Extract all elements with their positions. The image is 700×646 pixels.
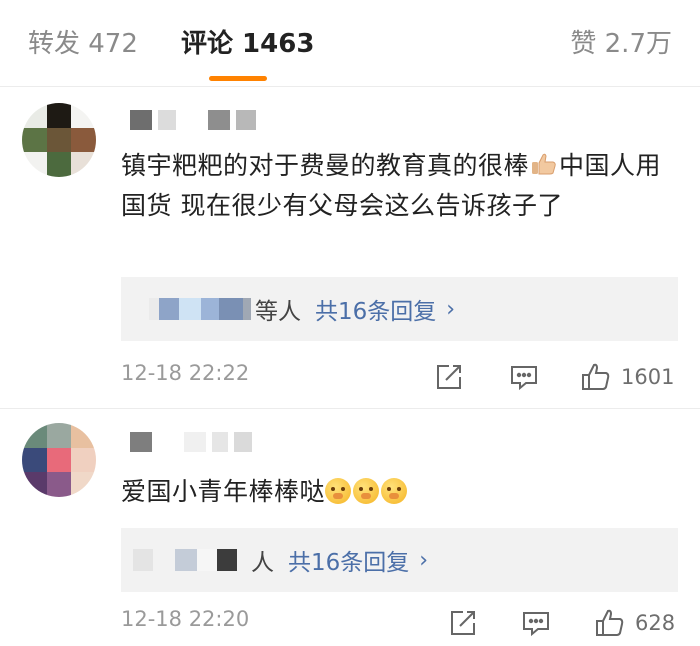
like-button[interactable]: 628 bbox=[595, 605, 675, 641]
username-mosaic[interactable] bbox=[130, 109, 256, 131]
comment-item: 爱国小青年棒棒哒 人 共16条回复 › 12-18 22:20 628 bbox=[0, 409, 700, 646]
thumbs-up-icon bbox=[596, 609, 624, 636]
avatar[interactable] bbox=[22, 423, 96, 497]
thumbs-up-icon bbox=[582, 363, 610, 390]
avatar[interactable] bbox=[22, 103, 96, 177]
face-emoji-icon bbox=[325, 478, 352, 504]
username-mosaic[interactable] bbox=[130, 431, 252, 453]
reply-users-mosaic bbox=[133, 549, 247, 571]
comment-icon bbox=[511, 366, 537, 391]
comment-tabs: 转发 472 评论 1463 赞 2.7万 bbox=[0, 0, 700, 87]
tab-likes[interactable]: 赞 2.7万 bbox=[570, 26, 672, 62]
share-button[interactable] bbox=[435, 359, 463, 395]
comment-icon bbox=[523, 612, 549, 637]
face-emoji-icon bbox=[381, 478, 408, 504]
reply-users-suffix: 等人 bbox=[255, 299, 301, 325]
chevron-right-icon: › bbox=[419, 547, 429, 573]
thumbs-up-emoji-icon bbox=[532, 153, 556, 175]
comment-meta: 12-18 22:20 628 bbox=[121, 605, 678, 641]
reply-summary[interactable]: 人 共16条回复 › bbox=[121, 528, 678, 592]
like-count: 628 bbox=[635, 611, 676, 635]
comment-text: 爱国小青年棒棒哒 bbox=[121, 472, 681, 512]
comment-meta: 12-18 22:22 1601 bbox=[121, 359, 678, 395]
face-emoji-icon bbox=[353, 478, 380, 504]
reply-users-mosaic bbox=[149, 298, 251, 320]
share-button[interactable] bbox=[449, 605, 477, 641]
share-icon bbox=[437, 365, 461, 389]
comment-time: 12-18 22:22 bbox=[121, 361, 250, 385]
comment-time: 12-18 22:20 bbox=[121, 607, 250, 631]
like-button[interactable]: 1601 bbox=[581, 359, 674, 395]
like-count: 1601 bbox=[621, 365, 675, 389]
comment-button[interactable] bbox=[509, 359, 539, 395]
reply-count-link[interactable]: 共16条回复 bbox=[315, 292, 436, 326]
reply-count-link[interactable]: 共16条回复 bbox=[288, 543, 409, 577]
comment-text: 镇宇粑粑的对于费曼的教育真的很棒 中国人用国货 现在很少有父母会这么告诉孩子了 bbox=[121, 146, 681, 226]
comment-item: 镇宇粑粑的对于费曼的教育真的很棒 中国人用国货 现在很少有父母会这么告诉孩子了 等… bbox=[0, 87, 700, 409]
active-tab-indicator bbox=[209, 76, 267, 81]
comment-text-part: 镇宇粑粑的对于费曼的教育真的很棒 bbox=[121, 151, 530, 180]
comment-button[interactable] bbox=[521, 605, 551, 641]
tab-forward[interactable]: 转发 472 bbox=[28, 26, 138, 62]
comment-text-part: 爱国小青年棒棒哒 bbox=[121, 477, 326, 506]
reply-summary[interactable]: 等人 共16条回复 › bbox=[121, 277, 678, 341]
tab-comments[interactable]: 评论 1463 bbox=[181, 26, 314, 62]
reply-users-suffix: 人 bbox=[251, 550, 274, 576]
chevron-right-icon: › bbox=[446, 296, 456, 322]
share-icon bbox=[451, 611, 475, 635]
